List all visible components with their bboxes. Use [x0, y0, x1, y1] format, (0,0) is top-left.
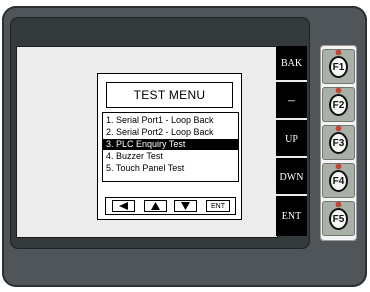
down-button[interactable] [174, 200, 197, 212]
f1-key[interactable]: F1 [322, 49, 355, 84]
f2-key-label: F2 [329, 94, 348, 116]
dwn-softkey[interactable]: DWN [276, 160, 307, 196]
led-indicator-icon [336, 164, 341, 169]
led-indicator-icon [336, 88, 341, 93]
menu-item-serial-port1[interactable]: 1. Serial Port1 - Loop Back [103, 115, 238, 126]
ent-softkey[interactable]: ENT [276, 198, 307, 234]
up-softkey[interactable]: UP [276, 122, 307, 158]
menu-title: TEST MENU [106, 82, 233, 108]
led-indicator-icon [336, 202, 341, 207]
down-arrow-icon [181, 202, 190, 210]
f5-key[interactable]: F5 [322, 201, 355, 236]
f5-key-label: F5 [329, 208, 348, 230]
led-indicator-icon [336, 50, 341, 55]
up-button[interactable] [144, 200, 167, 212]
left-button[interactable] [112, 200, 135, 212]
function-key-panel: F1 F2 F3 F4 F5 [320, 45, 357, 241]
menu-item-touch-panel-test[interactable]: 5. Touch Panel Test [103, 163, 238, 174]
dash-softkey[interactable]: – [276, 84, 307, 120]
menu-item-buzzer-test[interactable]: 4. Buzzer Test [103, 151, 238, 162]
f3-key-label: F3 [329, 132, 348, 154]
f2-key[interactable]: F2 [322, 87, 355, 122]
side-softkey-bar: BAK – UP DWN ENT [276, 46, 307, 236]
f4-key-label: F4 [329, 170, 348, 192]
left-arrow-icon [119, 202, 128, 210]
up-arrow-icon [151, 202, 160, 210]
menu-list: 1. Serial Port1 - Loop Back 2. Serial Po… [102, 112, 239, 182]
f3-key[interactable]: F3 [322, 125, 355, 160]
menu-nav-bar: ENT [105, 197, 236, 215]
bak-softkey[interactable]: BAK [276, 46, 307, 82]
led-indicator-icon [336, 126, 341, 131]
menu-item-serial-port2[interactable]: 2. Serial Port2 - Loop Back [103, 127, 238, 138]
menu-item-plc-enquiry[interactable]: 3. PLC Enquiry Test [103, 139, 238, 150]
f1-key-label: F1 [329, 56, 348, 78]
f4-key[interactable]: F4 [322, 163, 355, 198]
test-menu-window: TEST MENU 1. Serial Port1 - Loop Back 2.… [97, 73, 242, 220]
ent-button[interactable]: ENT [206, 200, 230, 212]
